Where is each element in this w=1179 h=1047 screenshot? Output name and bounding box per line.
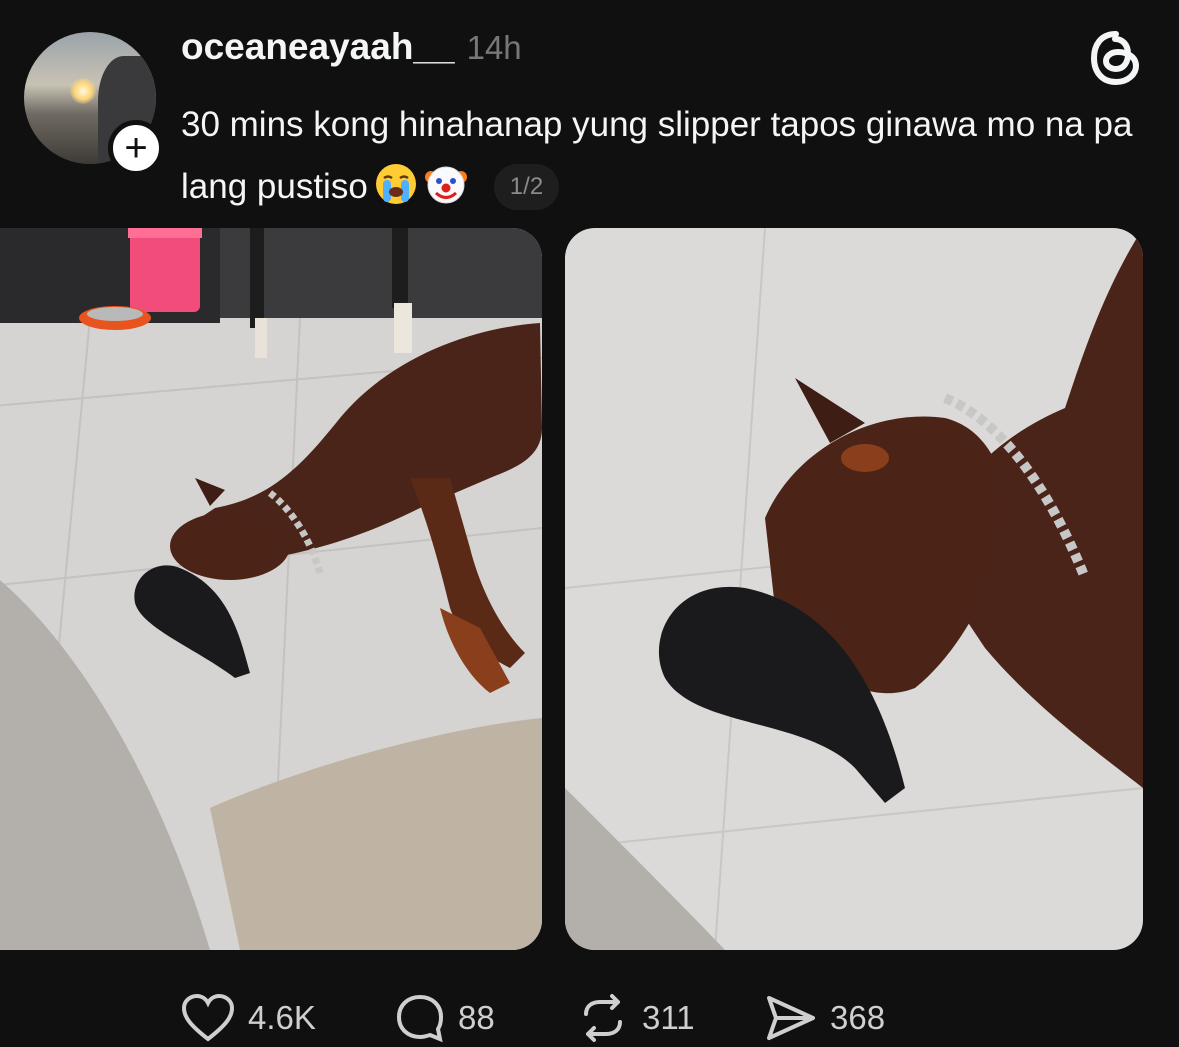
loudly-crying-face-icon [375,164,416,204]
send-paper-plane-icon [767,996,815,1040]
username[interactable]: oceaneayaah__ [181,26,455,68]
repost-button[interactable]: 311 [576,990,695,1046]
reply-count: 88 [458,999,495,1036]
comment-bubble-icon [396,994,444,1043]
share-button[interactable]: 368 [764,990,885,1046]
repost-icon [584,994,622,1042]
like-button[interactable]: 4.6K [180,990,316,1046]
post-image-1[interactable] [0,228,542,950]
post-actions-bar: 4.6K 88 311 368 [0,990,1179,1046]
repost-count: 311 [642,999,695,1036]
media-page-indicator: 1/2 [493,164,560,210]
heart-icon [181,993,235,1042]
follow-button[interactable]: + [108,120,164,176]
post-body: 30 mins kong hinahanap yung slipper tapo… [181,105,1133,206]
post-image-2[interactable] [565,228,1143,950]
clown-face-icon [424,166,467,204]
timestamp: 14h [466,29,522,66]
avatar-sun [70,78,96,104]
threads-logo-icon[interactable] [1086,28,1146,88]
like-count: 4.6K [248,999,316,1036]
post-text-block: 30 mins kong hinahanap yung slipper tapo… [181,94,1141,218]
share-count: 368 [830,999,886,1036]
post-header: oceaneayaah__ 14h [181,26,522,68]
reply-button[interactable]: 88 [394,990,495,1046]
